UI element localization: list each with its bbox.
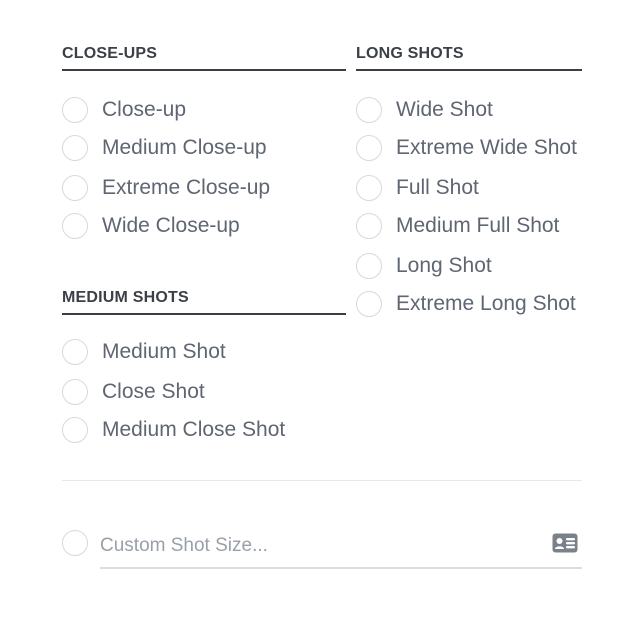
option-label: Medium Full Shot [396, 214, 560, 237]
option-extreme-long-shot[interactable]: Extreme Long Shot [356, 290, 576, 318]
option-extreme-wide-shot[interactable]: Extreme Wide Shot [356, 134, 577, 162]
radio-button[interactable] [62, 135, 88, 161]
option-label: Long Shot [396, 254, 492, 277]
option-wide-close-up[interactable]: Wide Close-up [62, 212, 240, 240]
custom-input-underline [100, 528, 582, 569]
section-header-close-ups: CLOSE-UPS [62, 44, 346, 71]
section-medium-shots: MEDIUM SHOTS Medium Shot Close Shot Medi… [62, 288, 346, 448]
option-label: Extreme Long Shot [396, 292, 576, 315]
custom-radio-button[interactable] [62, 530, 88, 556]
radio-button[interactable] [62, 417, 88, 443]
option-full-shot[interactable]: Full Shot [356, 174, 479, 202]
divider [62, 480, 582, 481]
section-close-ups: CLOSE-UPS Close-up Medium Close-up Extre… [62, 44, 346, 244]
option-medium-close-up[interactable]: Medium Close-up [62, 134, 267, 162]
section-header-medium-shots: MEDIUM SHOTS [62, 288, 346, 315]
option-label: Wide Close-up [102, 214, 240, 237]
option-label: Medium Close-up [102, 136, 267, 159]
radio-button[interactable] [356, 135, 382, 161]
option-label: Close Shot [102, 380, 205, 403]
option-close-up[interactable]: Close-up [62, 96, 186, 124]
option-label: Wide Shot [396, 98, 493, 121]
option-medium-close-shot[interactable]: Medium Close Shot [62, 416, 285, 444]
option-wide-shot[interactable]: Wide Shot [356, 96, 493, 124]
id-card-icon[interactable] [552, 533, 578, 553]
option-close-shot[interactable]: Close Shot [62, 378, 205, 406]
option-label: Extreme Wide Shot [396, 136, 577, 159]
option-label: Medium Shot [102, 340, 226, 363]
custom-shot-size-row [62, 528, 582, 570]
radio-button[interactable] [62, 97, 88, 123]
radio-button[interactable] [62, 213, 88, 239]
option-label: Close-up [102, 98, 187, 121]
option-medium-full-shot[interactable]: Medium Full Shot [356, 212, 559, 240]
radio-button[interactable] [356, 97, 382, 123]
radio-button[interactable] [62, 339, 88, 365]
radio-button[interactable] [62, 175, 88, 201]
option-label: Full Shot [396, 176, 479, 199]
radio-button[interactable] [356, 213, 382, 239]
section-header-long-shots: LONG SHOTS [356, 44, 582, 71]
radio-button[interactable] [356, 253, 382, 279]
option-extreme-close-up[interactable]: Extreme Close-up [62, 174, 270, 202]
option-label: Medium Close Shot [102, 418, 286, 441]
radio-button[interactable] [356, 175, 382, 201]
option-label: Extreme Close-up [102, 176, 271, 199]
section-long-shots: LONG SHOTS Wide Shot Extreme Wide Shot F… [356, 44, 582, 334]
custom-shot-size-input[interactable] [100, 528, 530, 564]
radio-button[interactable] [356, 291, 382, 317]
radio-button[interactable] [62, 379, 88, 405]
option-long-shot[interactable]: Long Shot [356, 252, 492, 280]
option-medium-shot[interactable]: Medium Shot [62, 338, 226, 366]
